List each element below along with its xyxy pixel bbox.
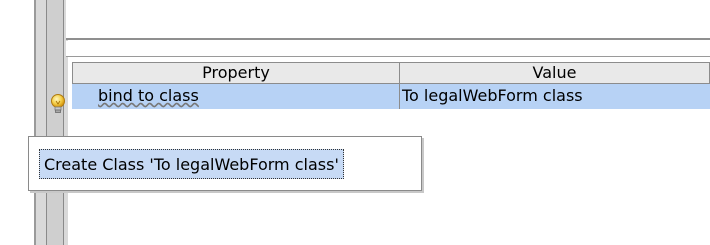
- property-grid-header: Property Value: [72, 62, 710, 84]
- property-name-text: bind to class: [98, 86, 199, 105]
- lightbulb-icon[interactable]: [50, 93, 66, 115]
- gutter-rail: [46, 0, 64, 245]
- create-class-option[interactable]: Create Class 'To legalWebForm class': [39, 149, 344, 179]
- property-grid: Property Value bind to class To legalWeb…: [72, 62, 710, 109]
- quick-fix-popup: Create Class 'To legalWebForm class': [28, 136, 422, 191]
- panel-separator: [66, 41, 710, 57]
- property-name-cell[interactable]: bind to class: [72, 84, 399, 109]
- property-row[interactable]: bind to class To legalWebForm class: [72, 84, 710, 109]
- column-header-value[interactable]: Value: [399, 62, 710, 84]
- editor-frame: Property Value bind to class To legalWeb…: [0, 0, 710, 245]
- upper-panel: [66, 0, 710, 40]
- column-header-property[interactable]: Property: [72, 62, 399, 84]
- property-value-cell[interactable]: To legalWebForm class: [399, 84, 710, 109]
